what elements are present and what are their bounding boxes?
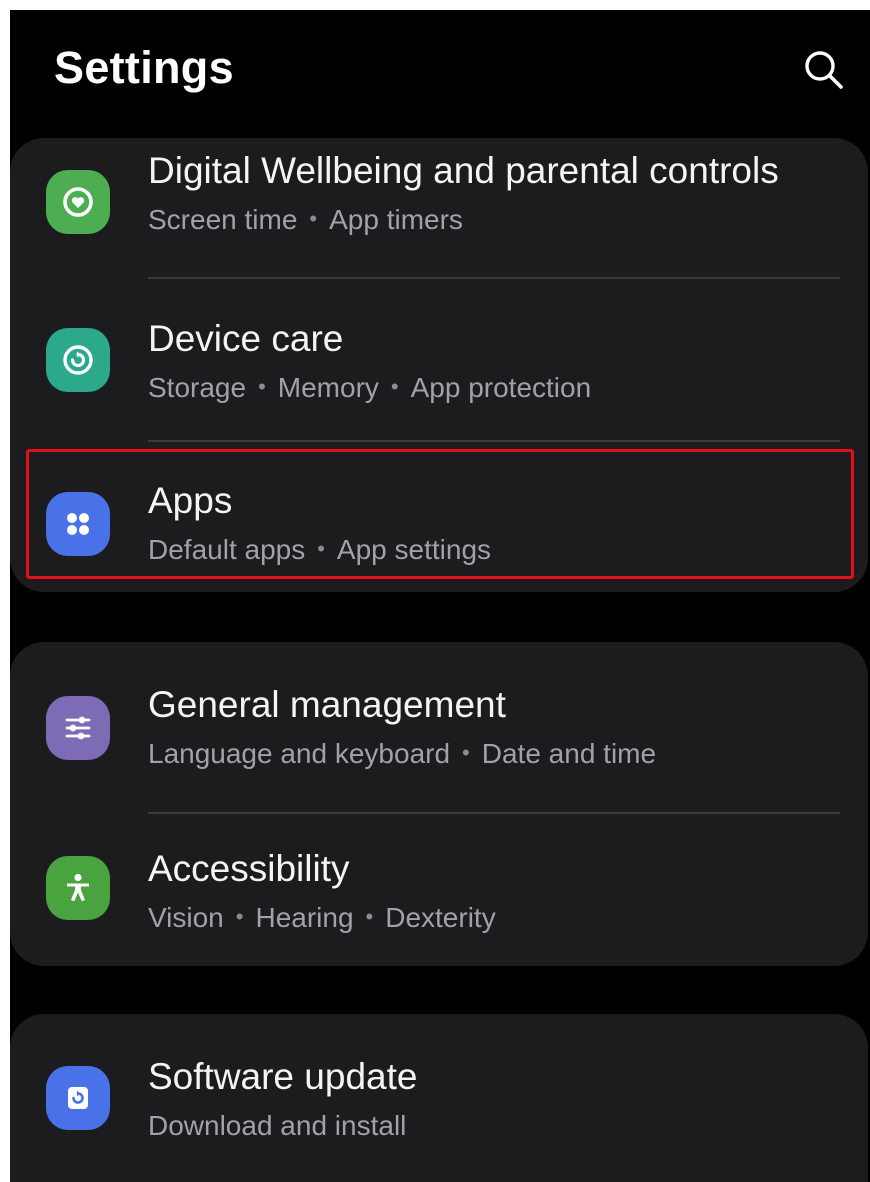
search-button[interactable] xyxy=(800,46,848,94)
settings-item-title: Device care xyxy=(148,318,344,359)
settings-item-subtitle: Default apps • App settings xyxy=(148,534,492,565)
settings-item-title: Apps xyxy=(148,480,233,521)
settings-item-subtitle: Download and install xyxy=(148,1110,407,1141)
device-care-icon xyxy=(46,328,110,392)
settings-item-accessibility[interactable]: Accessibility Vision • Hearing • Dexterity xyxy=(10,814,868,976)
settings-item-software-update[interactable]: Software update Download and install xyxy=(10,1014,868,1176)
settings-item-subtitle: Language and keyboard • Date and time xyxy=(148,738,657,769)
divider xyxy=(148,277,840,279)
settings-item-subtitle: Screen time • App timers xyxy=(148,204,463,235)
settings-item-digital-wellbeing[interactable]: Digital Wellbeing and parental controls … xyxy=(10,134,868,296)
settings-item-title: Accessibility xyxy=(148,848,350,889)
settings-item-apps[interactable]: Apps Default apps • App settings xyxy=(10,460,868,622)
divider xyxy=(148,440,840,442)
settings-screen: Settings Digital Wellbeing and parental … xyxy=(10,10,870,1182)
settings-item-title: Software update xyxy=(148,1056,418,1097)
settings-item-subtitle: Storage • Memory • App protection xyxy=(148,372,592,403)
accessibility-icon xyxy=(46,856,110,920)
page-title: Settings xyxy=(54,42,234,93)
settings-item-subtitle: Vision • Hearing • Dexterity xyxy=(148,902,496,933)
settings-item-title: General management xyxy=(148,684,506,725)
settings-group-1: Digital Wellbeing and parental controls … xyxy=(10,138,868,592)
settings-item-title: Digital Wellbeing and parental controls xyxy=(148,150,779,191)
software-update-icon xyxy=(46,1066,110,1130)
settings-item-general-management[interactable]: General management Language and keyboard… xyxy=(10,642,868,804)
settings-group-2: General management Language and keyboard… xyxy=(10,642,868,966)
general-management-icon xyxy=(46,696,110,760)
settings-group-3: Software update Download and install xyxy=(10,1014,868,1182)
app-bar: Settings xyxy=(10,10,870,130)
settings-item-device-care[interactable]: Device care Storage • Memory • App protectio… xyxy=(10,298,868,460)
digital-wellbeing-icon xyxy=(46,170,110,234)
apps-icon xyxy=(46,492,110,556)
search-icon xyxy=(805,51,843,89)
